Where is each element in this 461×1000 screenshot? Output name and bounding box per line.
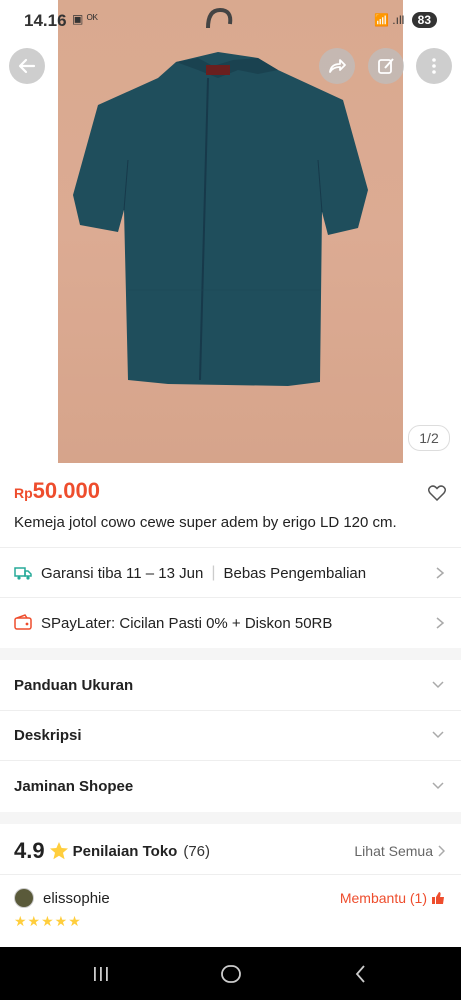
chevron-right-icon <box>438 845 445 857</box>
rating-score: 4.9 <box>14 838 45 863</box>
status-right-icons: 📶 .ıll 83 <box>374 12 437 28</box>
recent-apps-button[interactable] <box>88 961 114 987</box>
see-all-link[interactable]: Lihat Semua <box>354 843 445 859</box>
accordion-label: Jaminan Shopee <box>14 777 134 795</box>
rating-count: (76) <box>183 842 211 860</box>
back-icon <box>355 965 365 983</box>
star-icon <box>49 842 68 860</box>
home-button[interactable] <box>218 961 244 987</box>
heart-icon <box>427 485 447 502</box>
share-button[interactable] <box>319 48 355 84</box>
back-nav-button[interactable] <box>348 961 374 987</box>
helpful-label: Membantu (1) <box>339 890 427 906</box>
thumbs-up-icon <box>432 892 444 904</box>
price-value: 50.000 <box>32 478 100 503</box>
paylater-row[interactable]: SPayLater: Cicilan Pasti 0% + Diskon 50R… <box>0 597 461 648</box>
more-options-button[interactable] <box>416 48 452 84</box>
home-icon <box>221 965 241 983</box>
divider: | <box>211 564 216 581</box>
status-time: 14.16 <box>24 11 67 30</box>
free-returns: Bebas Pengembalian <box>223 564 367 582</box>
edit-icon <box>378 58 394 74</box>
share-icon <box>329 59 346 73</box>
status-bar: 14.16 ▣ ᴼᴷ 📶 .ıll 83 <box>0 0 461 42</box>
recent-apps-icon <box>94 967 108 981</box>
back-button[interactable] <box>9 48 45 84</box>
price-currency: Rp <box>14 485 33 501</box>
chevron-down-icon <box>432 731 444 739</box>
favorite-button[interactable] <box>427 485 447 506</box>
price: Rp50.000 <box>14 478 100 504</box>
chevron-down-icon <box>432 681 444 689</box>
accordion-label: Panduan Ukuran <box>14 676 134 694</box>
rating-label: Penilaian Toko <box>72 842 178 860</box>
status-notification-icons: ▣ ᴼᴷ <box>72 12 98 26</box>
signal-icon: 📶 .ıll <box>374 13 405 27</box>
reviewer: elissophie <box>14 888 110 908</box>
section-divider <box>0 812 461 824</box>
product-image-gallery[interactable]: 14.16 ▣ ᴼᴷ 📶 .ıll 83 1/2 <box>0 0 461 463</box>
review-stars: ★★★★★ <box>14 913 82 929</box>
more-vertical-icon <box>432 58 436 74</box>
product-title: Kemeja jotol cowo cewe super adem by eri… <box>14 514 397 531</box>
section-divider <box>0 648 461 660</box>
chevron-right-icon <box>436 567 445 579</box>
accordion-shopee-guarantee[interactable]: Jaminan Shopee <box>0 761 461 811</box>
truck-icon <box>14 567 32 580</box>
edit-button[interactable] <box>368 48 404 84</box>
shop-rating: 4.9 Penilaian Toko (76) <box>14 838 210 864</box>
system-nav-bar <box>0 947 461 1000</box>
chevron-right-icon <box>436 617 445 629</box>
chevron-down-icon <box>432 782 444 790</box>
helpful-button[interactable]: Membantu (1) <box>340 890 445 906</box>
battery-icon: 83 <box>411 12 437 28</box>
accordion-description[interactable]: Deskripsi <box>0 710 461 761</box>
see-all-label: Lihat Semua <box>354 843 433 859</box>
reviewer-username: elissophie <box>43 889 110 907</box>
divider <box>0 874 461 875</box>
accordion-label: Deskripsi <box>14 726 82 744</box>
arrow-left-icon <box>18 58 36 74</box>
image-counter: 1/2 <box>408 425 450 451</box>
paylater-text: SPayLater: Cicilan Pasti 0% + Diskon 50R… <box>41 614 333 632</box>
accordion-size-guide[interactable]: Panduan Ukuran <box>0 660 461 711</box>
wallet-icon <box>14 614 32 630</box>
shipping-guarantee: Garansi tiba 11 – 13 Jun <box>41 564 204 582</box>
avatar <box>14 888 34 908</box>
shipping-row[interactable]: Garansi tiba 11 – 13 Jun | Bebas Pengemb… <box>0 547 461 598</box>
